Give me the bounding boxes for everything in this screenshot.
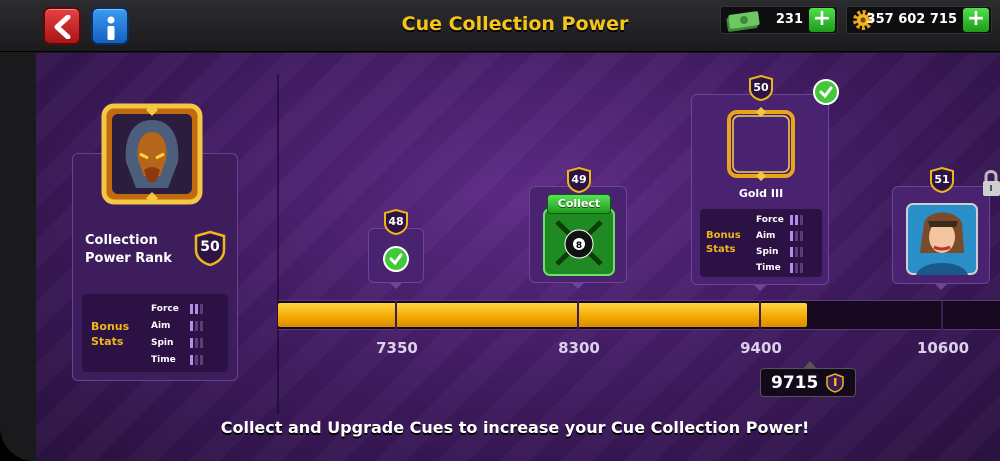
coins-value: 357 602 715	[866, 12, 957, 27]
stat-aim: Aim	[756, 231, 776, 241]
stat-time: Time	[151, 355, 176, 365]
stat-time: Time	[756, 263, 781, 273]
tick-label-7350: 7350	[376, 339, 418, 357]
current-power-indicator: 9715	[760, 361, 856, 397]
tick-label-9400: 9400	[740, 339, 782, 357]
level-badge: 49	[566, 167, 592, 193]
rank-label-line1: Collection	[85, 233, 158, 248]
progress-tick	[577, 301, 579, 331]
info-icon	[107, 16, 115, 40]
cash-value: 231	[775, 12, 803, 27]
rank-label-line2: Power Rank	[85, 251, 172, 266]
cue-avatar-icon	[101, 103, 203, 205]
collection-power-progress	[278, 300, 1000, 331]
rank-level-badge: 50	[193, 230, 227, 267]
collected-check-icon	[383, 246, 409, 272]
level-number: 51	[934, 173, 950, 186]
back-arrow-icon	[54, 15, 71, 39]
progress-tick	[941, 301, 943, 331]
info-button[interactable]	[91, 7, 129, 45]
add-coins-button[interactable]: +	[963, 8, 989, 32]
spin-bars	[790, 247, 803, 257]
bonus-stats-title: Bonus Stats	[91, 319, 129, 349]
stat-spin: Spin	[756, 247, 779, 257]
level-badge: 51	[929, 167, 955, 193]
force-bars	[790, 215, 803, 225]
bonus-title-line1: Bonus	[706, 230, 741, 241]
rank-label: Collection Power Rank	[85, 232, 195, 268]
svg-text:8: 8	[576, 241, 582, 251]
eight-ball-reward-icon: 8	[543, 208, 615, 276]
bonus-title-line2: Stats	[706, 244, 736, 255]
add-cash-button[interactable]: +	[809, 8, 835, 32]
tick-label-8300: 8300	[558, 339, 600, 357]
rank-level-value: 50	[200, 239, 220, 255]
page-title: Cue Collection Power	[401, 13, 629, 35]
level-badge: 50	[748, 75, 774, 101]
gold-frame-icon	[727, 107, 795, 181]
back-button[interactable]	[43, 7, 81, 45]
progress-tick	[759, 301, 761, 331]
node-bonus-stats: Bonus Stats Force Aim Spin Time	[700, 209, 822, 277]
character-avatar-icon	[906, 203, 978, 275]
reward-node-51[interactable]: 51	[892, 167, 990, 290]
top-bar: Cue Collection Power 231 + 357 602 715 +	[0, 0, 1000, 52]
time-bars	[790, 263, 803, 273]
reward-node-50[interactable]: 50 Gold III Bonus Stats Force Aim Spin T…	[691, 75, 839, 291]
aim-bars	[790, 231, 803, 241]
level-badge: 48	[383, 209, 409, 235]
bonus-title-line1: Bonus	[91, 320, 130, 333]
lock-icon	[983, 170, 1000, 196]
bonus-title-line2: Stats	[91, 335, 124, 348]
stat-force: Force	[756, 215, 784, 225]
progress-tick	[395, 301, 397, 331]
level-number: 48	[388, 215, 404, 228]
stat-aim: Aim	[151, 321, 171, 331]
level-number: 49	[571, 173, 587, 186]
bonus-stats-title: Bonus Stats	[706, 229, 741, 257]
reward-name: Gold III	[738, 187, 784, 200]
cash-counter: 231 +	[720, 6, 838, 34]
footer-hint: Collect and Upgrade Cues to increase you…	[220, 418, 810, 437]
panel-divider	[277, 74, 279, 414]
stat-spin: Spin	[151, 338, 174, 348]
reward-node-49[interactable]: 49 8 Collect	[529, 167, 627, 289]
time-bars	[190, 355, 203, 365]
aim-bars	[190, 321, 203, 331]
progress-fill	[278, 303, 808, 327]
cash-icon	[726, 11, 760, 32]
collect-button[interactable]: Collect	[547, 194, 611, 214]
force-bars	[190, 304, 203, 314]
level-number: 50	[753, 81, 769, 94]
current-power-value: 9715	[771, 373, 819, 393]
collection-rank-card: Collection Power Rank 50 Bonus Stats For…	[72, 103, 238, 381]
coins-counter: 357 602 715 +	[846, 6, 992, 34]
spin-bars	[190, 338, 203, 348]
tick-label-10600: 10600	[916, 339, 970, 357]
rank-bonus-stats: Bonus Stats Force Aim Spin Time	[82, 294, 228, 372]
collected-check-icon	[813, 79, 839, 105]
reward-node-48[interactable]: 48	[368, 209, 424, 289]
power-shield-icon	[826, 373, 844, 393]
game-screen: Cue Collection Power 231 + 357 602 715 +	[0, 0, 1000, 461]
stat-force: Force	[151, 304, 179, 314]
